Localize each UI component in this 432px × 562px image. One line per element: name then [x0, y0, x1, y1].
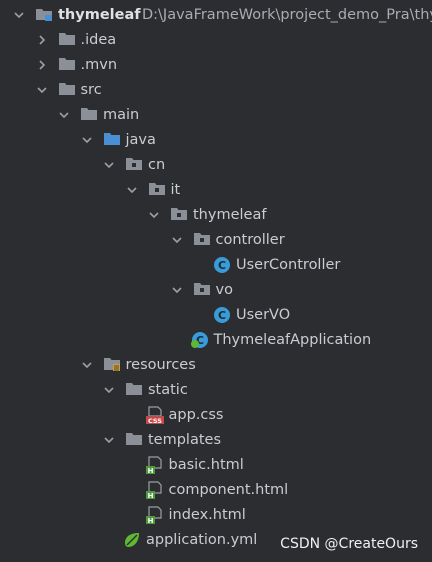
class-icon: C [213, 256, 231, 273]
tree-item-label: src [80, 81, 102, 98]
svg-text:C: C [218, 259, 226, 272]
chevron-right-icon[interactable] [35, 33, 49, 47]
tree-item-main[interactable]: main [0, 102, 432, 127]
tree-item-label: ThymeleafApplication [213, 331, 372, 348]
resources-icon [103, 356, 121, 372]
tree-item-label: UserController [236, 256, 341, 273]
tree-item-java[interactable]: java [0, 127, 432, 152]
tree-item-label: basic.html [168, 456, 244, 473]
folder-icon [58, 81, 76, 97]
folder-icon [58, 31, 76, 47]
chevron-down-icon[interactable] [57, 108, 71, 122]
module-folder-icon [35, 6, 53, 22]
chevron-down-icon[interactable] [147, 208, 161, 222]
tree-item-index-html[interactable]: Hindex.html [0, 502, 432, 527]
tree-root[interactable]: thymeleaf D:\JavaFrameWork\project_demo_… [0, 2, 432, 27]
tree-item-label: resources [125, 356, 196, 373]
tree-item-label: it [170, 181, 181, 198]
chevron-down-icon[interactable] [80, 133, 94, 147]
svg-text:H: H [147, 517, 153, 524]
yml-file-icon [123, 531, 141, 547]
svg-text:H: H [147, 467, 153, 474]
tree-item-label: static [148, 381, 188, 398]
chevron-down-icon[interactable] [170, 233, 184, 247]
folder-icon [80, 106, 98, 122]
tree-item-label: application.yml [146, 531, 258, 548]
spring-class-icon: C [190, 331, 209, 348]
tree-item-label: controller [215, 231, 285, 248]
tree-item-cn[interactable]: cn [0, 152, 432, 177]
folder-blue-icon [103, 131, 121, 147]
chevron-down-icon[interactable] [102, 158, 116, 172]
tree-item-templates[interactable]: templates [0, 427, 432, 452]
chevron-down-icon[interactable] [102, 383, 116, 397]
package-icon [125, 156, 143, 172]
tree-item-component-html[interactable]: Hcomponent.html [0, 477, 432, 502]
chevron-down-icon[interactable] [102, 433, 116, 447]
tree-item-vo[interactable]: vo [0, 277, 432, 302]
tree-item-basic-html[interactable]: Hbasic.html [0, 452, 432, 477]
html-file-icon: H [145, 506, 164, 525]
tree-item-uservo[interactable]: C UserVO [0, 302, 432, 327]
chevron-down-icon[interactable] [125, 183, 139, 197]
tree-item-label: main [103, 106, 140, 123]
tree-item-label: templates [148, 431, 222, 448]
tree-item-thymeleafapplication[interactable]: C ThymeleafApplication [0, 327, 432, 352]
html-file-icon: H [145, 481, 164, 500]
svg-text:H: H [147, 492, 153, 499]
svg-text:C: C [218, 309, 226, 322]
tree-item-static[interactable]: static [0, 377, 432, 402]
tree-item-controller[interactable]: controller [0, 227, 432, 252]
svg-text:CSS: CSS [148, 417, 162, 424]
chevron-right-icon[interactable] [35, 58, 49, 72]
tree-item-it[interactable]: it [0, 177, 432, 202]
chevron-down-icon[interactable] [170, 283, 184, 297]
chevron-down-icon[interactable] [12, 8, 26, 22]
tree-item-label: vo [215, 281, 233, 298]
css-file-icon: CSS [145, 406, 164, 425]
package-icon [170, 206, 188, 222]
folder-icon [58, 56, 76, 72]
chevron-down-icon[interactable] [35, 83, 49, 97]
tree-item-label: java [125, 131, 156, 148]
tree-item-label: app.css [168, 406, 224, 423]
package-icon [193, 231, 211, 247]
tree-item-label: component.html [168, 481, 289, 498]
tree-item-resources[interactable]: resources [0, 352, 432, 377]
root-path: D:\JavaFrameWork\project_demo_Pra\thy [142, 6, 432, 23]
tree-item-mvn[interactable]: .mvn [0, 52, 432, 77]
html-file-icon: H [145, 456, 164, 475]
chevron-down-icon[interactable] [80, 358, 94, 372]
class-icon: C [213, 306, 231, 323]
tree-item-src[interactable]: src [0, 77, 432, 102]
package-icon [193, 281, 211, 297]
tree-item-usercontroller[interactable]: C UserController [0, 252, 432, 277]
tree-item-label: index.html [168, 506, 246, 523]
tree-item-label: UserVO [236, 306, 291, 323]
tree-item-idea[interactable]: .idea [0, 27, 432, 52]
root-name: thymeleaf [58, 6, 141, 23]
tree-item-label: .idea [80, 31, 117, 48]
folder-icon [125, 431, 143, 447]
package-icon [148, 181, 166, 197]
tree-item-thymeleaf[interactable]: thymeleaf [0, 202, 432, 227]
folder-icon [125, 381, 143, 397]
tree-item-label: cn [148, 156, 166, 173]
tree-item-label: .mvn [80, 56, 118, 73]
watermark: CSDN @CreateOurs [280, 536, 418, 552]
tree-item-label: thymeleaf [193, 206, 267, 223]
tree-item-app-css[interactable]: CSS app.css [0, 402, 432, 427]
